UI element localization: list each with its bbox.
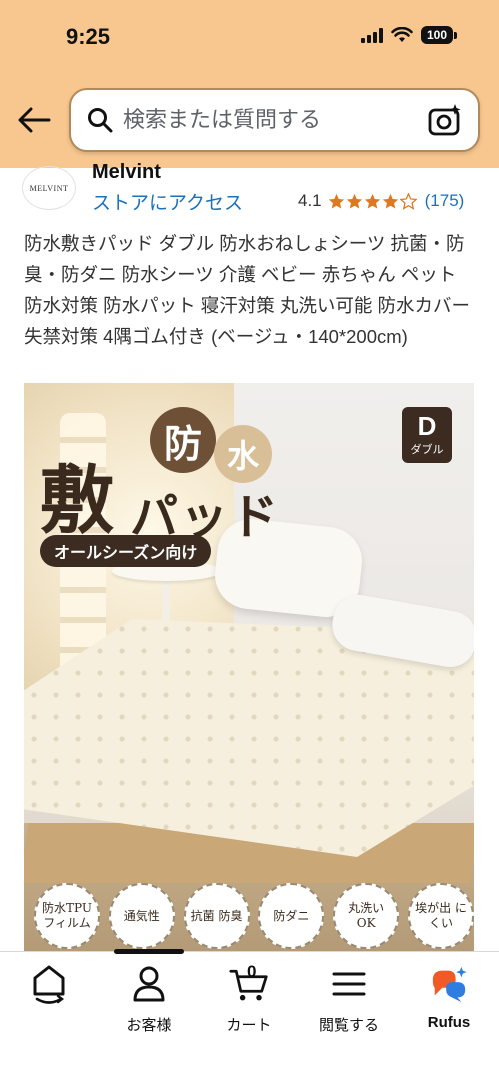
nav-account-label: お客様: [126, 1017, 172, 1034]
star-full-icon: [364, 193, 380, 209]
star-full-icon: [382, 193, 398, 209]
search-bar[interactable]: [69, 88, 480, 152]
account-icon: [133, 966, 165, 1002]
active-tab-indicator: [114, 949, 184, 954]
size-label: ダブル: [410, 444, 444, 456]
nav-account[interactable]: お客様: [104, 964, 194, 1040]
visit-store-link[interactable]: ストアにアクセス: [92, 188, 252, 215]
star-full-icon: [328, 193, 344, 209]
nav-home[interactable]: [4, 964, 94, 1040]
rufus-icon: [432, 966, 467, 1003]
search-input[interactable]: [123, 107, 403, 133]
size-letter: D: [417, 411, 437, 441]
nav-cart[interactable]: 0 カート: [204, 962, 294, 1040]
cart-count: 0: [247, 962, 257, 981]
rating-value: 4.1: [298, 191, 322, 210]
review-count: (175): [424, 191, 465, 210]
feature-badges: 防水TPU フィルム 通気性 抗菌 防臭 防ダニ 丸洗い OK 埃が出 にくい: [34, 883, 474, 949]
feature-badge: 防ダニ: [258, 883, 325, 949]
star-empty-icon: [399, 192, 417, 210]
search-icon: [88, 108, 113, 133]
product-title: 防水敷きパッド ダブル 防水おねしょシーツ 抗菌・防臭・防ダニ 防水シーツ 介護…: [24, 233, 471, 347]
product-image[interactable]: 防 水 敷 パッド オールシーズン向け D ダブル 防水TPU フィルム 通気性…: [24, 383, 474, 951]
feature-badge: 埃が出 にくい: [407, 883, 474, 949]
size-badge: D ダブル: [402, 407, 452, 463]
kanji-bo-badge: 防: [150, 407, 216, 473]
kanji-sui-badge: 水: [214, 425, 272, 483]
feature-badge: 防水TPU フィルム: [34, 883, 100, 949]
nav-browse-label: 閲覧する: [318, 1017, 379, 1034]
star-rating: [328, 192, 417, 210]
status-icons: 100: [361, 26, 457, 44]
store-name: Melvint: [92, 161, 161, 183]
menu-icon: [332, 972, 366, 996]
rating-summary[interactable]: 4.1 (175): [298, 191, 464, 211]
battery-level: 100: [421, 26, 453, 44]
status-time: 9:25: [66, 24, 111, 49]
headline-shiki: 敷: [40, 458, 114, 544]
star-full-icon: [346, 193, 362, 209]
bottom-nav: お客様 0 カート 閲覧する Rufus: [0, 949, 499, 1080]
feature-badge: 丸洗い OK: [333, 883, 400, 949]
feature-badge: 抗菌 防臭: [183, 883, 250, 949]
nav-browse[interactable]: 閲覧する: [304, 964, 394, 1040]
nav-rufus[interactable]: Rufus: [404, 964, 494, 1040]
back-arrow-icon: [18, 107, 51, 133]
nav-cart-label: カート: [226, 1017, 272, 1034]
home-icon: [33, 965, 65, 1004]
battery-icon: 100: [421, 26, 457, 44]
back-button[interactable]: [14, 100, 54, 140]
app-header: 9:25 100: [0, 0, 499, 168]
feature-badge: 通気性: [108, 883, 175, 949]
nav-rufus-label: Rufus: [427, 1014, 471, 1031]
cellular-signal-icon: [361, 27, 383, 43]
store-row: MELVINT Melvint ストアにアクセス 4.1 (175): [0, 161, 499, 218]
camera-search-icon[interactable]: [428, 104, 462, 138]
wifi-icon: [391, 27, 413, 42]
season-label: オールシーズン向け: [40, 535, 212, 567]
store-logo[interactable]: MELVINT: [22, 166, 76, 210]
